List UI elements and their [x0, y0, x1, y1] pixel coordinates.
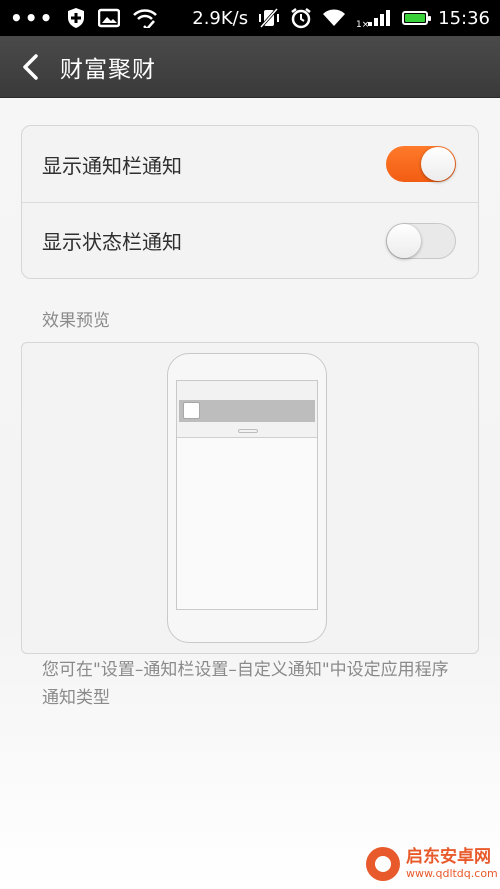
back-button[interactable] [0, 36, 60, 98]
notification-settings-card: 显示通知栏通知 显示状态栏通知 [21, 125, 479, 279]
setting-row-notification-bar[interactable]: 显示通知栏通知 [22, 126, 478, 202]
setting-label: 显示状态栏通知 [42, 230, 182, 254]
wifi-check-icon [132, 8, 158, 28]
preview-section-label: 效果预览 [42, 311, 110, 331]
clock: 15:36 [438, 7, 490, 29]
notification-shade [177, 381, 317, 438]
shield-icon [66, 7, 86, 29]
net-speed: 2.9K/s [192, 7, 249, 29]
vibrate-off-icon [258, 7, 280, 29]
phone-screen [176, 380, 318, 610]
watermark-logo-icon [366, 846, 400, 881]
watermark: 启东安卓网 www.qdltdq.com [362, 838, 500, 889]
watermark-text: 启东安卓网 [406, 846, 491, 867]
image-icon [98, 8, 121, 28]
wifi-icon [322, 9, 346, 27]
preview-box [21, 342, 479, 654]
watermark-url: www.qdltdq.com [406, 866, 498, 880]
chevron-left-icon [23, 53, 38, 80]
notification-dots: ••• [10, 6, 55, 30]
toggle-knob [421, 147, 455, 181]
cell-signal-icon: 1× [356, 8, 392, 28]
toggle-knob [387, 223, 421, 258]
action-bar: 财富聚财 [0, 36, 500, 98]
signal-label: 1× [356, 20, 369, 28]
status-bar: ••• 2.9K/s 1× 15:36 [0, 0, 500, 36]
alarm-icon [290, 7, 312, 29]
phone-illustration [167, 353, 327, 643]
shade-handle [238, 429, 258, 433]
notification-bar-toggle[interactable] [386, 146, 456, 182]
setting-row-status-bar[interactable]: 显示状态栏通知 [22, 202, 478, 278]
page-title: 财富聚财 [60, 56, 156, 83]
status-bar-toggle[interactable] [386, 222, 456, 259]
battery-icon [402, 11, 432, 25]
app-icon-placeholder [183, 402, 200, 419]
setting-label: 显示通知栏通知 [42, 153, 182, 178]
footer-note: 您可在"设置–通知栏设置–自定义通知"中设定应用程序通知类型 [42, 660, 449, 708]
notification-item [179, 400, 315, 422]
